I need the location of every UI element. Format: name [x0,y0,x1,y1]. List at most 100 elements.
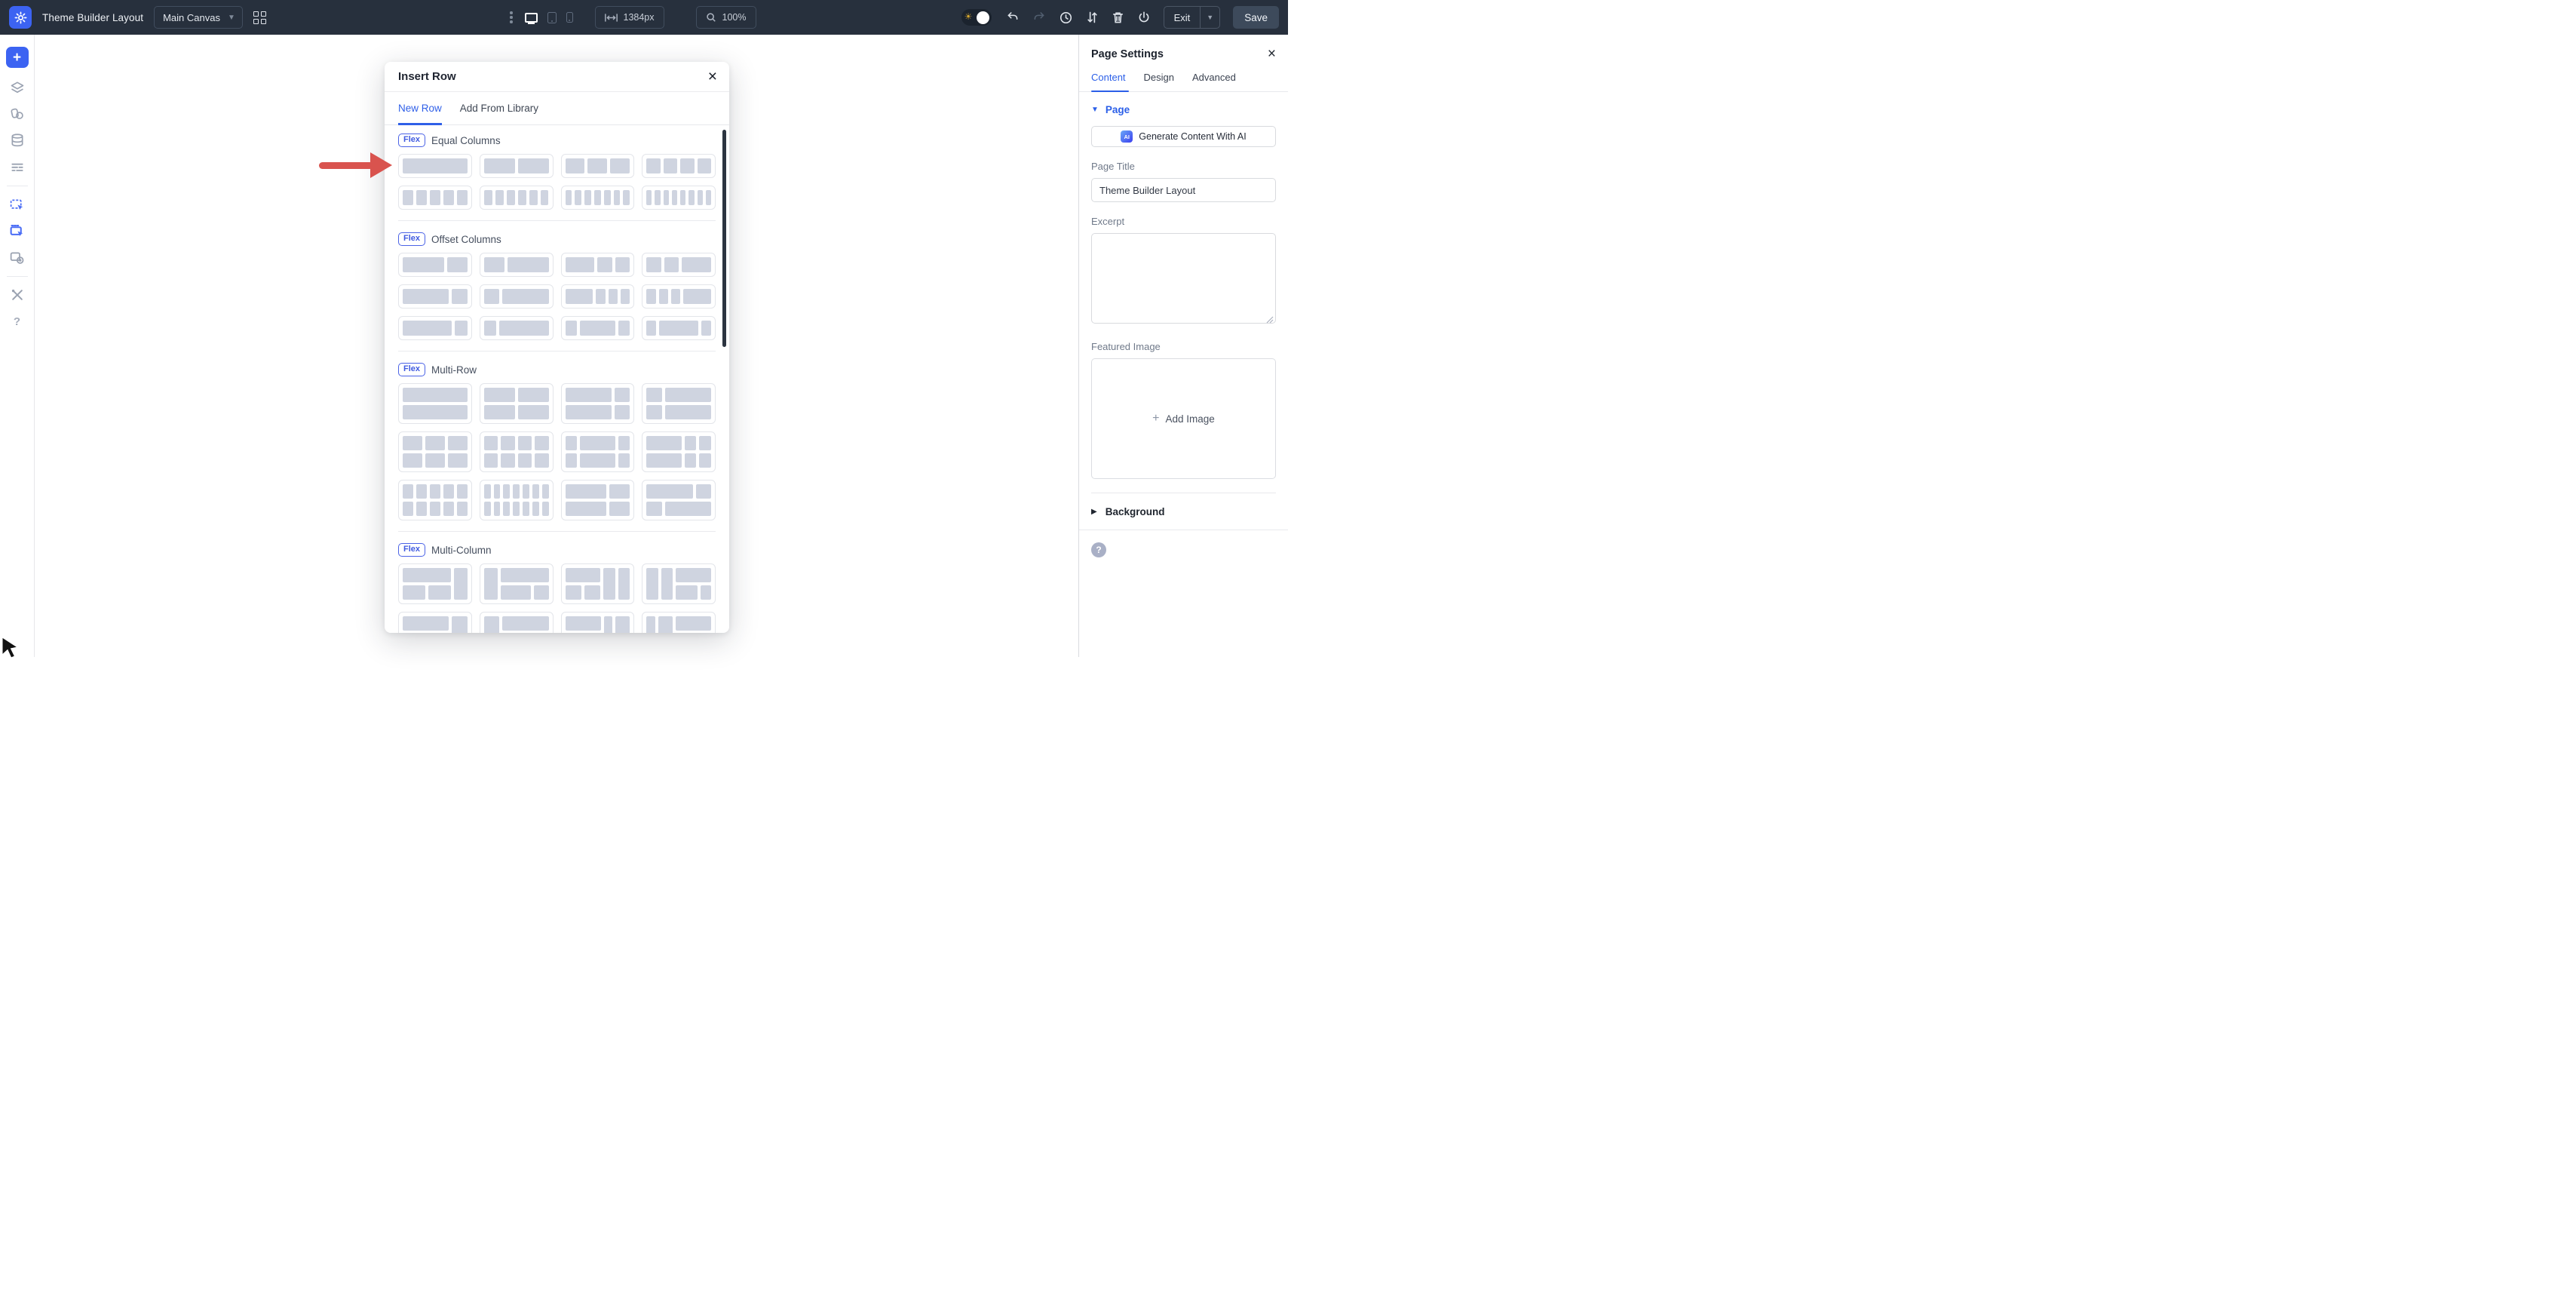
viewport-width-control[interactable]: 1384px [595,6,664,29]
row-template-card[interactable] [561,186,635,210]
row-template-card[interactable] [480,563,554,604]
sidebar-item-saved-rows[interactable] [8,158,26,176]
row-template-card[interactable] [642,154,716,178]
device-phone-button[interactable] [566,12,573,23]
sidebar-item-help[interactable]: ? [8,312,26,330]
save-button[interactable]: Save [1233,6,1279,29]
row-template-card[interactable] [561,563,635,604]
undo-button[interactable] [1006,11,1020,24]
sidebar-item-assets[interactable] [8,105,26,123]
close-icon[interactable]: × [708,69,717,84]
arrow-head [370,152,392,178]
row-template-card[interactable] [480,284,554,309]
background-section-toggle[interactable]: ▶ Background [1079,493,1288,530]
row-template-card[interactable] [642,383,716,424]
row-template-card[interactable] [561,383,635,424]
row-template-card[interactable] [561,284,635,309]
row-template-card[interactable] [642,431,716,472]
row-template-card[interactable] [480,612,554,633]
zoom-control[interactable]: 100% [696,6,756,29]
row-template-card[interactable] [561,612,635,633]
sidebar-item-database[interactable] [8,131,26,149]
row-template-card[interactable] [398,480,472,520]
tab-design[interactable]: Design [1144,72,1174,91]
sidebar-item-insert-row[interactable] [8,195,26,213]
phone-icon [566,12,573,23]
row-template-card[interactable] [398,612,472,633]
undo-icon [1006,11,1020,24]
sort-order-button[interactable] [1086,11,1099,24]
featured-image-label: Featured Image [1091,341,1276,352]
row-template-card[interactable] [642,612,716,633]
add-content-button[interactable]: + [6,47,29,68]
row-template-card[interactable] [480,480,554,520]
row-template-card[interactable] [642,284,716,309]
trash-button[interactable] [1112,11,1124,24]
row-template-card[interactable] [398,284,472,309]
sidebar-item-modules[interactable] [8,248,26,266]
module-disc-icon [9,250,25,266]
excerpt-textarea[interactable] [1091,233,1276,324]
help-button[interactable]: ? [1091,542,1106,557]
redo-button[interactable] [1032,11,1046,24]
builder-settings-button[interactable] [9,6,32,29]
device-tablet-button[interactable] [547,12,557,23]
row-template-card[interactable] [480,154,554,178]
row-template-card[interactable] [480,431,554,472]
row-template-card[interactable] [561,154,635,178]
tab-advanced[interactable]: Advanced [1192,72,1236,91]
generate-content-ai-button[interactable]: AI Generate Content With AI [1091,126,1276,147]
insert-row-modal: Insert Row × New Row Add From Library Fl… [385,62,729,633]
more-options-icon[interactable] [510,11,513,23]
page-section-toggle[interactable]: ▼ Page [1091,104,1276,115]
row-template-card[interactable] [398,316,472,340]
canvas-selector-dropdown[interactable]: Main Canvas ▼ [154,6,243,29]
row-template-card[interactable] [398,431,472,472]
zoom-magnifier-icon [706,12,716,23]
sort-arrows-icon [1086,11,1099,24]
row-template-card[interactable] [561,253,635,277]
row-template-card[interactable] [398,186,472,210]
caret-right-icon: ▶ [1091,508,1097,516]
page-title-input[interactable] [1091,178,1276,202]
add-image-label: Add Image [1166,413,1215,425]
row-template-card[interactable] [398,154,472,178]
row-template-card[interactable] [642,563,716,604]
row-template-card[interactable] [642,253,716,277]
tab-new-row[interactable]: New Row [398,92,442,124]
exit-chevron-icon[interactable]: ▼ [1201,14,1219,21]
row-template-card[interactable] [398,383,472,424]
chevron-down-icon: ▼ [228,14,235,22]
tab-content[interactable]: Content [1091,72,1126,91]
row-template-card[interactable] [398,563,472,604]
row-template-card[interactable] [480,316,554,340]
history-button[interactable] [1059,11,1073,25]
row-template-card[interactable] [561,431,635,472]
row-template-card[interactable] [642,480,716,520]
sidebar-item-tools[interactable] [8,286,26,304]
row-template-card[interactable] [642,316,716,340]
toolbar-center-group: 1384px 100% [510,0,756,35]
modal-scrollbar-thumb[interactable] [722,130,726,347]
sidebar-item-insert-column[interactable] [8,222,26,240]
exit-button[interactable]: Exit ▼ [1164,6,1221,29]
add-image-dropzone[interactable]: + Add Image [1091,358,1276,479]
row-template-card[interactable] [480,383,554,424]
sidebar-item-layers[interactable] [8,78,26,97]
close-icon[interactable]: × [1268,47,1276,61]
gear-icon [14,11,27,24]
row-template-card[interactable] [398,253,472,277]
grid-view-icon[interactable] [253,11,266,24]
device-desktop-button[interactable] [525,13,538,23]
theme-toggle[interactable]: ☀ [961,9,992,26]
power-button[interactable] [1137,11,1151,24]
rows-list-icon [10,159,25,174]
row-template-card[interactable] [561,480,635,520]
database-icon [10,133,25,148]
tab-add-from-library[interactable]: Add From Library [460,92,538,124]
row-template-card[interactable] [480,253,554,277]
section-title: Multi-Row [431,364,477,376]
row-template-card[interactable] [561,316,635,340]
row-template-card[interactable] [480,186,554,210]
row-template-card[interactable] [642,186,716,210]
